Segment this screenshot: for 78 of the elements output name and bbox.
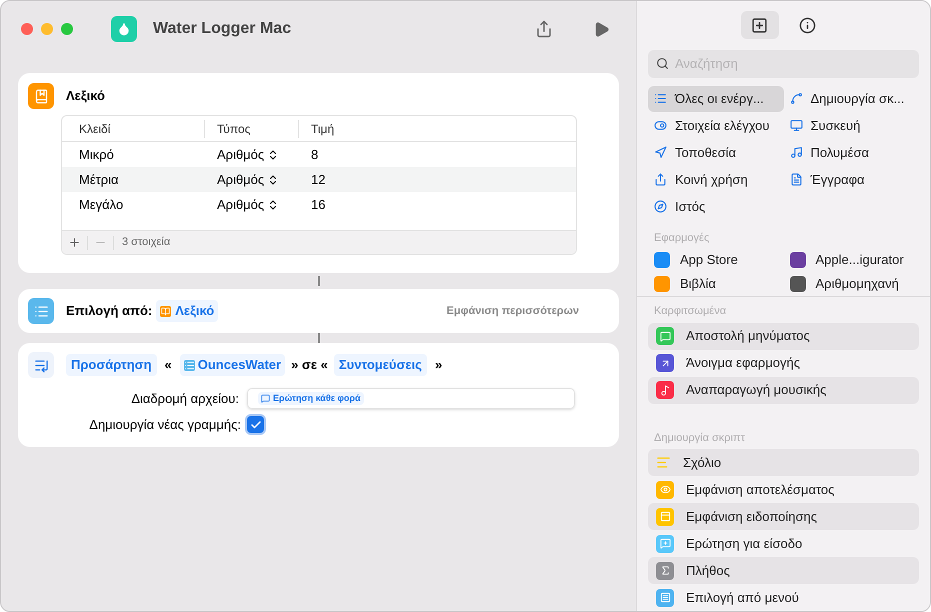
toggle-icon [654,119,667,132]
table-cell-text: 16 [310,196,326,214]
field-label: Δημιουργία νέας γραμμής: [88,416,242,434]
action-list-item[interactable]: Επιλογή από μενού [648,584,919,611]
run-icon[interactable] [593,20,610,38]
append-icon [28,352,54,378]
book-icon [28,83,54,109]
share-icon [654,173,667,186]
search-icon [656,56,669,70]
category-item[interactable]: Κοινή χρήση [648,166,784,192]
action-list-item[interactable]: Εμφάνιση αποτελέσματος [648,476,919,503]
column-header: Τιμή [298,120,334,138]
app-item[interactable]: Αριθμομηχανή [784,273,919,294]
category-item[interactable]: Πολυμέσα [784,140,919,166]
action-label: Επιλογή από: [66,302,152,320]
list-icon [28,298,54,324]
category-item[interactable]: Τοποθεσία [648,140,784,166]
add-icon[interactable] [68,236,81,249]
variable-token[interactable]: OuncesWater [180,354,286,376]
quote-mark: « [164,356,173,374]
checkmark-icon [250,418,262,431]
action-list-item[interactable]: Σχόλιο [648,449,919,476]
speech-bubble-icon [261,394,270,403]
column-header: Κλειδί [78,120,112,138]
dictionary-token[interactable]: Λεξικό [156,300,218,322]
append-token[interactable]: Προσάρτηση [66,354,157,376]
ask-each-time-token[interactable]: Ερώτηση κάθε φορά [258,392,364,406]
category-item[interactable]: Στοιχεία ελέγχου [648,112,784,138]
droplet-app-icon [111,16,137,42]
field-label: Διαδρομή αρχείου: [130,390,240,408]
action-list-item[interactable]: Ερώτηση για είσοδο [648,530,919,557]
table-cell-text: Μέτρια [78,170,120,189]
library-tab[interactable] [740,11,778,40]
category-item[interactable]: Έγγραφα [784,166,919,192]
type-popup[interactable]: Αριθμός [204,170,298,190]
share-icon[interactable] [535,20,553,38]
type-popup[interactable]: Αριθμός [204,144,298,164]
info-icon [799,16,816,34]
action-list-item[interactable]: Άνοιγμα εφαρμογής [648,350,919,376]
category-item[interactable]: Όλες οι ενέργ... [648,86,784,112]
script-icon [790,92,802,105]
list-icon [654,92,667,105]
action-list-item[interactable]: Εμφάνιση ειδοποίησης [648,503,919,530]
close-window-button[interactable] [21,23,33,35]
category-item[interactable]: Συσκευή [784,112,919,138]
action-list-item[interactable]: Πλήθος [648,557,919,584]
app-item[interactable]: Βιβλία [648,273,784,294]
table-cell-text: 8 [310,146,318,164]
plus-square-icon [751,16,768,34]
item-count: 3 στοιχεία [122,235,170,250]
compass-icon [654,200,667,213]
category-item[interactable]: Ιστός [648,194,784,220]
music-note-icon [790,146,802,159]
file-path-field[interactable]: Ερώτηση κάθε φορά [247,388,575,409]
action-list-item[interactable]: Αναπαραγωγή μουσικής [648,376,919,404]
type-popup[interactable]: Αριθμός [204,194,298,214]
app-item[interactable]: Apple...igurator [784,249,919,270]
table-cell-text: 12 [310,170,326,189]
section-heading: Εφαρμογές [653,230,710,246]
section-heading: Δημιουργία σκριπτ [653,430,746,446]
table-cell-text: Μικρό [78,146,115,164]
section-heading: Καρφιτσωμένα [653,304,728,319]
app-item[interactable]: App Store [648,249,784,270]
quote-mark: » [434,356,444,374]
window-title: Water Logger Mac [153,19,292,39]
table-cell-text: Μεγάλο [78,196,124,214]
document-icon [790,173,802,186]
action-list-item[interactable]: Αποστολή μηνύματος [648,322,919,350]
book-icon [160,306,172,316]
monitor-icon [790,119,802,132]
location-arrow-icon [654,146,667,159]
file-token[interactable]: Συντομεύσεις [334,354,427,376]
newline-checkbox[interactable] [247,416,264,434]
list-icon [184,360,195,370]
action-title: Λεξικό [66,87,105,106]
connector-text: » σε « [291,356,328,374]
category-item[interactable]: Δημιουργία σκ... [784,86,919,112]
column-header: Τύπος [204,120,298,138]
